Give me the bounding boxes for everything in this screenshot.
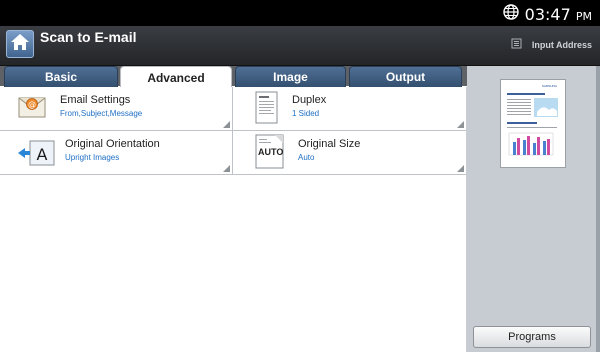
scan-preview-thumbnail[interactable]: SAMSUNG [500,79,566,168]
duplex-page-icon [255,91,279,130]
tab-basic[interactable]: Basic [4,66,118,87]
corner-arrow [457,121,464,128]
preview-panel: SAMSUNG Programs [467,66,600,352]
orientation-value: Upright Images [65,153,120,162]
input-address-button[interactable]: Input Address [511,38,592,51]
corner-arrow [457,165,464,172]
home-icon [10,33,30,56]
orientation-icon: A [16,140,56,171]
email-settings-value: From,Subject,Message [60,109,143,118]
corner-arrow [223,165,230,172]
clock-ampm: PM [575,10,592,23]
auto-size-icon: AUTO [255,134,285,175]
clock-time: 03:47 [524,5,571,24]
tab-advanced[interactable]: Advanced [120,66,232,88]
email-settings-title: Email Settings [60,94,131,106]
settings-panel: @ Email Settings From,Subject,Message Du… [0,87,467,352]
scrollbar[interactable] [596,66,600,352]
tab-image[interactable]: Image [235,66,346,87]
orientation-title: Original Orientation [65,138,160,150]
original-size-value: Auto [298,153,315,162]
globe-icon[interactable] [502,4,519,25]
original-size-button[interactable]: AUTO Original Size Auto [233,131,466,175]
svg-text:A: A [37,145,48,164]
input-address-label: Input Address [531,39,592,50]
duplex-title: Duplex [292,94,327,106]
original-orientation-button[interactable]: A Original Orientation Upright Images [0,131,233,175]
preview-brand-label: SAMSUNG [542,84,558,88]
corner-arrow [223,121,230,128]
address-book-icon [511,38,522,51]
original-size-title: Original Size [298,138,361,150]
duplex-value: 1 Sided [292,109,320,118]
status-bar: 03:47 PM [0,0,600,26]
email-settings-button[interactable]: @ Email Settings From,Subject,Message [0,87,233,131]
auto-size-label: AUTO [258,147,284,157]
envelope-icon: @ [18,93,46,124]
home-button[interactable] [6,30,34,58]
duplex-button[interactable]: Duplex 1 Sided [233,87,466,131]
svg-text:@: @ [28,100,36,109]
clock: 03:47 PM [525,5,592,24]
title-bar: Scan to E-mail Input Address [0,26,600,66]
tab-output[interactable]: Output [349,66,462,87]
page-title: Scan to E-mail [40,29,137,45]
programs-button[interactable]: Programs [473,326,591,348]
